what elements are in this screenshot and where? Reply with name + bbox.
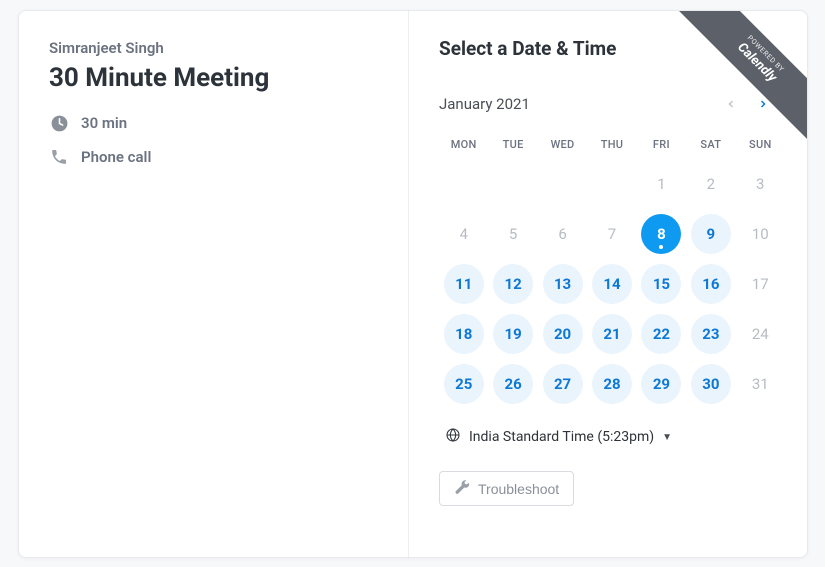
calendar-day — [439, 163, 488, 205]
calendar-day[interactable]: 18 — [439, 313, 488, 355]
calendar-day[interactable]: 16 — [686, 263, 735, 305]
day-number: 18 — [444, 314, 484, 354]
weekday-label: TUE — [488, 138, 537, 151]
calendar-day — [538, 163, 587, 205]
calendar-day: 1 — [637, 163, 686, 205]
chevron-down-icon: ▼ — [662, 432, 672, 443]
meeting-details-panel: Simranjeet Singh 30 Minute Meeting 30 mi… — [19, 11, 409, 557]
day-number: 19 — [493, 314, 533, 354]
day-number: 17 — [752, 275, 769, 293]
wrench-icon — [454, 479, 470, 498]
troubleshoot-button[interactable]: Troubleshoot — [439, 471, 574, 506]
day-number: 25 — [444, 364, 484, 404]
day-number: 13 — [543, 264, 583, 304]
calendar-day[interactable]: 14 — [587, 263, 636, 305]
weekday-header: MONTUEWEDTHUFRISATSUN — [439, 138, 785, 151]
calendar-day[interactable]: 15 — [637, 263, 686, 305]
day-number: 14 — [592, 264, 632, 304]
day-number: 2 — [707, 175, 715, 193]
calendar-day[interactable]: 25 — [439, 363, 488, 405]
calendar-day: 3 — [736, 163, 785, 205]
day-number: 16 — [691, 264, 731, 304]
calendar-day[interactable]: 20 — [538, 313, 587, 355]
calendar-day[interactable]: 23 — [686, 313, 735, 355]
day-number: 30 — [691, 364, 731, 404]
host-name: Simranjeet Singh — [49, 39, 378, 57]
calendar-day[interactable]: 21 — [587, 313, 636, 355]
calendar-day: 17 — [736, 263, 785, 305]
day-number: 9 — [691, 214, 731, 254]
calendar-day[interactable]: 11 — [439, 263, 488, 305]
weekday-label: FRI — [637, 138, 686, 151]
day-number: 23 — [691, 314, 731, 354]
calendar-day[interactable]: 22 — [637, 313, 686, 355]
calendar-day: 2 — [686, 163, 735, 205]
prev-month-button[interactable] — [715, 88, 747, 120]
day-number: 24 — [752, 325, 769, 343]
day-number: 1 — [657, 175, 665, 193]
location-row: Phone call — [49, 147, 378, 167]
calendar-day: 4 — [439, 213, 488, 255]
today-dot — [659, 245, 663, 249]
phone-icon — [49, 147, 69, 167]
calendar-day[interactable]: 27 — [538, 363, 587, 405]
calendar-day[interactable]: 9 — [686, 213, 735, 255]
day-number: 22 — [641, 314, 681, 354]
month-label: January 2021 — [439, 95, 715, 113]
day-number: 10 — [752, 225, 769, 243]
calendar-day: 5 — [488, 213, 537, 255]
day-number: 3 — [756, 175, 764, 193]
day-number: 28 — [592, 364, 632, 404]
troubleshoot-label: Troubleshoot — [478, 481, 559, 497]
weekday-label: WED — [538, 138, 587, 151]
calendar-grid: 1234567891011121314151617181920212223242… — [439, 163, 785, 405]
weekday-label: SAT — [686, 138, 735, 151]
calendar: January 2021 MONTUEWEDTHUFRISATSUN 12345… — [439, 88, 785, 405]
timezone-button[interactable]: India Standard Time (5:23pm) ▼ — [439, 427, 785, 447]
weekday-label: MON — [439, 138, 488, 151]
day-number: 7 — [608, 225, 616, 243]
calendar-panel: Select a Date & Time January 2021 MONTUE… — [409, 11, 807, 557]
calendar-day: 7 — [587, 213, 636, 255]
calendar-day[interactable]: 13 — [538, 263, 587, 305]
day-number: 21 — [592, 314, 632, 354]
timezone-label: India Standard Time (5:23pm) — [469, 429, 654, 445]
calendar-day: 6 — [538, 213, 587, 255]
day-number: 29 — [641, 364, 681, 404]
day-number: 31 — [752, 375, 769, 393]
day-number: 12 — [493, 264, 533, 304]
calendar-day: 31 — [736, 363, 785, 405]
calendar-day — [488, 163, 537, 205]
calendar-day[interactable]: 8 — [637, 213, 686, 255]
calendar-day: 10 — [736, 213, 785, 255]
calendar-day[interactable]: 26 — [488, 363, 537, 405]
clock-icon — [49, 113, 69, 133]
calendar-day: 24 — [736, 313, 785, 355]
calendar-day[interactable]: 19 — [488, 313, 537, 355]
weekday-label: THU — [587, 138, 636, 151]
day-number: 27 — [543, 364, 583, 404]
month-nav: January 2021 — [439, 88, 785, 120]
duration-row: 30 min — [49, 113, 378, 133]
duration-label: 30 min — [81, 114, 127, 132]
day-number: 11 — [444, 264, 484, 304]
calendar-day[interactable]: 29 — [637, 363, 686, 405]
day-number: 20 — [543, 314, 583, 354]
location-label: Phone call — [81, 148, 151, 166]
day-number: 4 — [459, 225, 467, 243]
day-number: 6 — [558, 225, 566, 243]
meeting-title: 30 Minute Meeting — [49, 63, 378, 93]
day-number: 5 — [509, 225, 517, 243]
booking-card: Simranjeet Singh 30 Minute Meeting 30 mi… — [18, 10, 808, 558]
day-number: 15 — [641, 264, 681, 304]
calendar-day[interactable]: 30 — [686, 363, 735, 405]
weekday-label: SUN — [736, 138, 785, 151]
globe-icon — [445, 427, 461, 447]
day-number: 26 — [493, 364, 533, 404]
calendar-day — [587, 163, 636, 205]
calendar-day[interactable]: 12 — [488, 263, 537, 305]
calendar-day[interactable]: 28 — [587, 363, 636, 405]
day-number: 8 — [641, 214, 681, 254]
